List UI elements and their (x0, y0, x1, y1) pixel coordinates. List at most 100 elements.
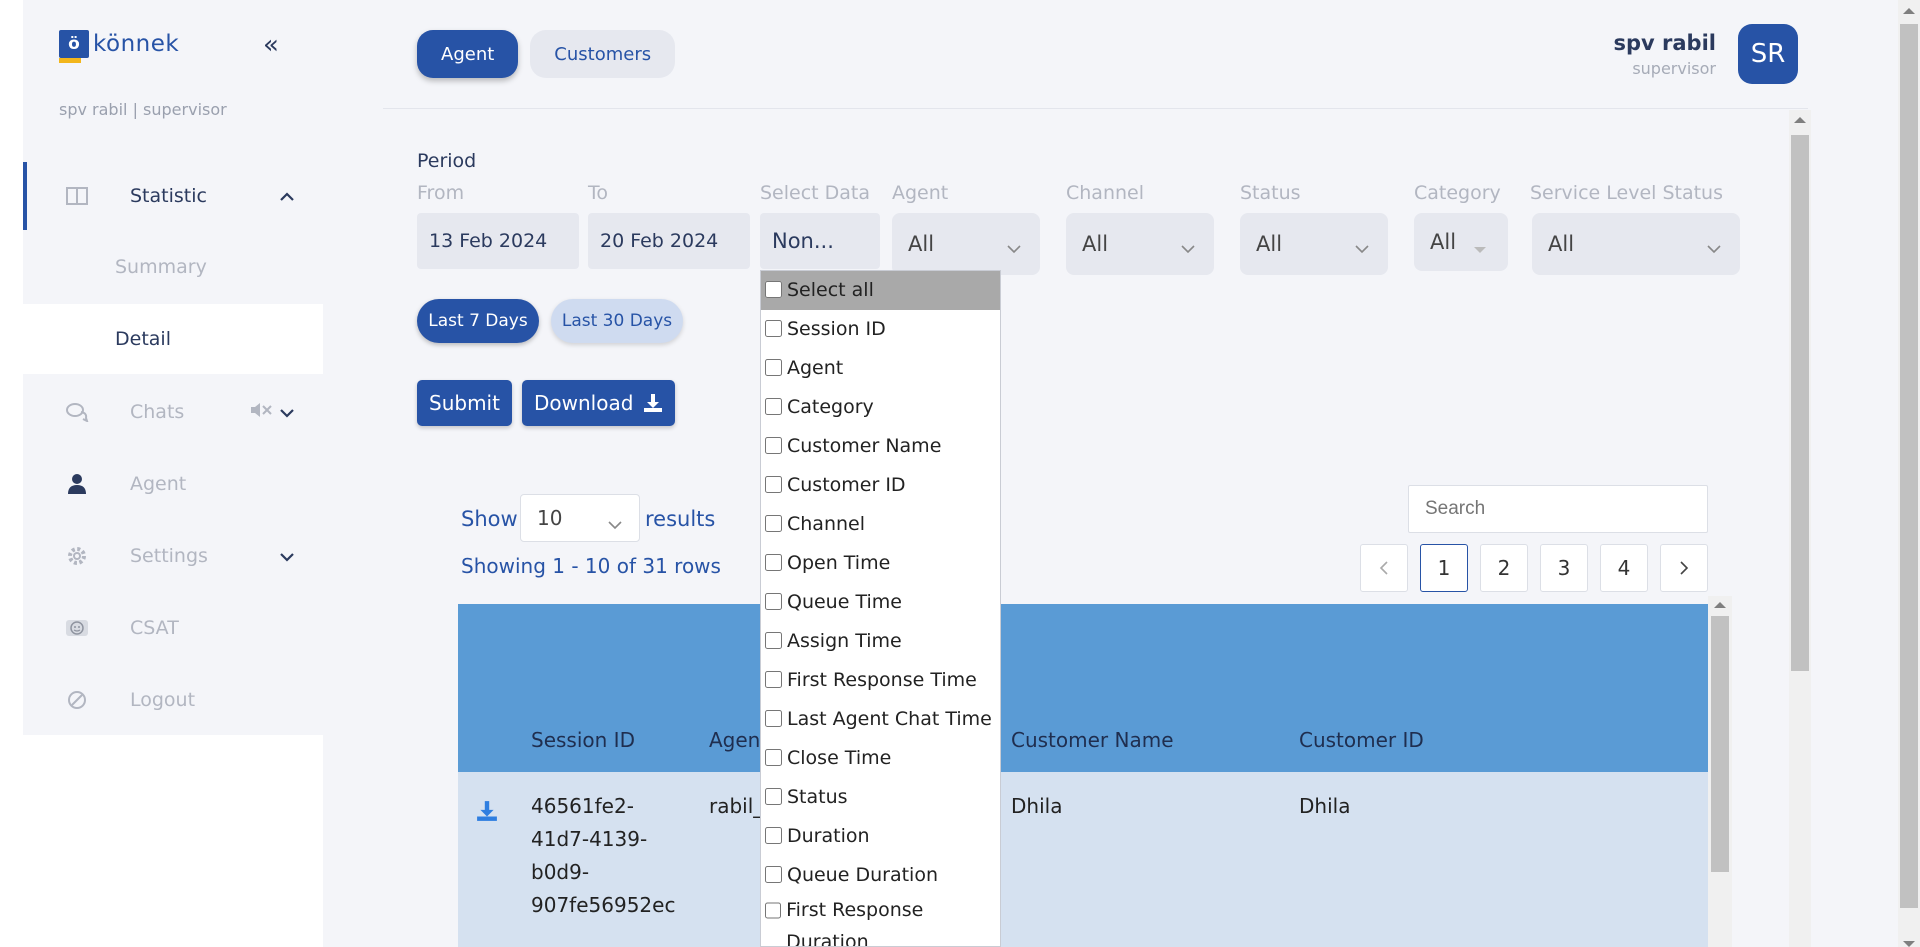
scroll-down-arrow-icon[interactable] (1903, 941, 1915, 947)
page-size-value: 10 (537, 506, 563, 530)
to-date-field[interactable]: 20 Feb 2024 (588, 213, 750, 269)
dropdown-option[interactable]: Customer Name (761, 427, 1000, 466)
sidebar-item-csat[interactable]: CSAT (23, 594, 323, 662)
channel-select[interactable]: All (1066, 213, 1214, 275)
dropdown-option[interactable]: Last Agent Chat Time (761, 700, 1000, 739)
agent-filter-label: Agent (892, 182, 949, 204)
scroll-up-arrow-icon[interactable] (1714, 602, 1726, 608)
dropdown-option[interactable]: Open Time (761, 544, 1000, 583)
period-label: Period (417, 150, 477, 172)
prev-page-button[interactable] (1360, 544, 1408, 592)
from-date-field[interactable]: 13 Feb 2024 (417, 213, 579, 269)
sidebar-subitem-detail[interactable]: Detail (23, 304, 323, 374)
sidebar-item-agent[interactable]: Agent (23, 450, 323, 518)
scrollbar-thumb[interactable] (1711, 616, 1729, 872)
service-level-status-select[interactable]: All (1532, 213, 1740, 275)
sidebar-item-settings[interactable]: Settings (23, 522, 323, 590)
chat-bubbles-icon (65, 400, 89, 424)
collapse-sidebar-icon[interactable]: « (263, 32, 279, 58)
dropdown-option[interactable]: Close Time (761, 739, 1000, 778)
dropdown-option[interactable]: Agent (761, 349, 1000, 388)
search-input[interactable] (1408, 485, 1708, 533)
chevron-up-icon (279, 187, 295, 206)
chevron-down-icon (607, 511, 623, 535)
page-button-4[interactable]: 4 (1600, 544, 1648, 592)
checkbox[interactable] (765, 749, 782, 766)
tab-agent[interactable]: Agent (417, 30, 519, 78)
dropdown-option[interactable]: Customer ID (761, 466, 1000, 505)
option-label: Assign Time (787, 630, 902, 652)
checkbox[interactable] (765, 866, 782, 883)
agent-select[interactable]: All (892, 213, 1040, 275)
checkbox[interactable] (765, 671, 782, 688)
checkbox[interactable] (765, 788, 782, 805)
scroll-up-arrow-icon[interactable] (1794, 117, 1806, 123)
scrollbar-thumb[interactable] (1791, 135, 1809, 671)
checkbox[interactable] (765, 476, 782, 493)
option-label: Status (787, 786, 848, 808)
sidebar-item-label: Chats (130, 401, 185, 423)
page-button-2[interactable]: 2 (1480, 544, 1528, 592)
checkbox[interactable] (765, 281, 782, 298)
user-text: spv rabil supervisor (1614, 31, 1717, 78)
scroll-up-arrow-icon[interactable] (1903, 8, 1915, 14)
dropdown-option-select-all[interactable]: Select all (761, 271, 1000, 310)
tab-customers[interactable]: Customers (530, 30, 676, 78)
user-box[interactable]: spv rabil supervisor SR (1614, 24, 1798, 84)
main-content: Agent Customers spv rabil supervisor SR … (323, 0, 1920, 947)
page-button-3[interactable]: 3 (1540, 544, 1588, 592)
status-select[interactable]: All (1240, 213, 1388, 275)
sidebar-item-logout[interactable]: Logout (23, 666, 323, 734)
checkbox[interactable] (765, 554, 782, 571)
sidebar-item-statistic[interactable]: Statistic (23, 162, 323, 230)
checkbox[interactable] (765, 827, 782, 844)
page-size-select[interactable]: 10 (520, 494, 640, 542)
dropdown-option[interactable]: Channel (761, 505, 1000, 544)
last-30-days-button[interactable]: Last 30 Days (551, 299, 683, 343)
category-select[interactable]: All (1414, 213, 1508, 271)
select-data-field[interactable]: Non... (760, 213, 880, 269)
submit-button[interactable]: Submit (417, 380, 512, 426)
column-header-agent[interactable]: Agen (709, 728, 760, 752)
checkbox[interactable] (765, 359, 782, 376)
scrollbar-thumb[interactable] (1900, 24, 1918, 908)
dropdown-option[interactable]: Session ID (761, 310, 1000, 349)
checkbox[interactable] (765, 398, 782, 415)
dropdown-option[interactable]: Queue Duration (761, 856, 1000, 892)
table-scrollbar[interactable] (1708, 596, 1732, 947)
dropdown-option[interactable]: Queue Time (761, 583, 1000, 622)
sidebar-subitem-summary[interactable]: Summary (23, 232, 323, 302)
last-7-days-button[interactable]: Last 7 Days (417, 299, 539, 343)
channel-select-value: All (1082, 232, 1109, 256)
mute-icon[interactable] (249, 400, 273, 424)
checkbox[interactable] (765, 632, 782, 649)
dropdown-option[interactable]: Duration (761, 817, 1000, 856)
checkbox[interactable] (765, 710, 782, 727)
next-page-button[interactable] (1660, 544, 1708, 592)
page-button-1[interactable]: 1 (1420, 544, 1468, 592)
download-icon[interactable] (476, 800, 498, 826)
column-header-session-id[interactable]: Session ID (531, 728, 635, 752)
checkbox[interactable] (765, 320, 782, 337)
table-header: Session ID Agen Customer Name Customer I… (458, 604, 1708, 772)
option-label: Session ID (787, 318, 886, 340)
session-id-line: 46561fe2- (531, 794, 634, 818)
dropdown-option[interactable]: Category (761, 388, 1000, 427)
download-button[interactable]: Download (522, 380, 676, 426)
checkbox[interactable] (765, 902, 782, 919)
results-label: results (645, 507, 716, 531)
checkbox[interactable] (765, 437, 782, 454)
sidebar-item-chats[interactable]: Chats (23, 378, 323, 446)
content-scrollbar[interactable] (1789, 110, 1811, 947)
column-header-customer-name[interactable]: Customer Name (1011, 728, 1174, 752)
dropdown-option[interactable]: Assign Time (761, 622, 1000, 661)
checkbox[interactable] (765, 593, 782, 610)
column-header-customer-id[interactable]: Customer ID (1299, 728, 1424, 752)
page-scrollbar[interactable] (1898, 0, 1920, 947)
gear-icon (65, 544, 89, 568)
dropdown-option[interactable]: First Response Duration (761, 892, 1000, 946)
dropdown-option[interactable]: First Response Time (761, 661, 1000, 700)
checkbox[interactable] (765, 515, 782, 532)
avatar[interactable]: SR (1738, 24, 1798, 84)
dropdown-option[interactable]: Status (761, 778, 1000, 817)
